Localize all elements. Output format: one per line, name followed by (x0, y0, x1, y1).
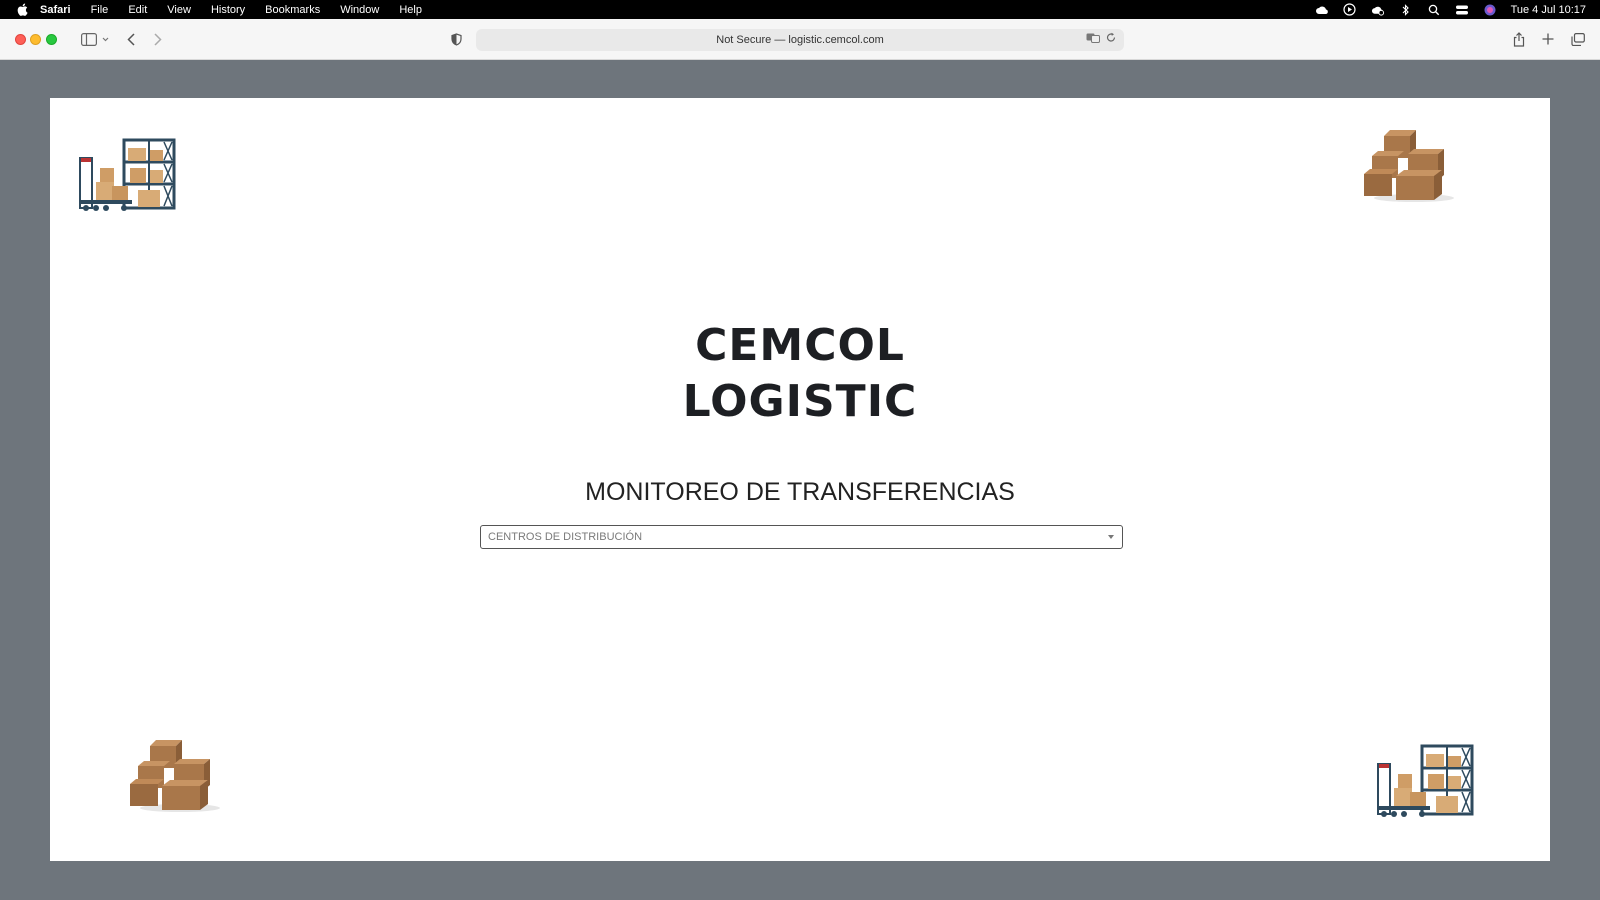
clock[interactable]: Tue 4 Jul 10:17 (1511, 4, 1586, 16)
page-title: MONITOREO DE TRANSFERENCIAS (585, 478, 1015, 506)
menu-bookmarks[interactable]: Bookmarks (265, 4, 320, 16)
box-pile-icon (130, 740, 220, 812)
distribution-center-select[interactable]: CENTROS DE DISTRIBUCIÓN (480, 525, 1123, 549)
menu-help[interactable]: Help (399, 4, 422, 16)
menu-file[interactable]: File (91, 4, 109, 16)
warehouse-shelf-icon (79, 138, 176, 211)
sidebar-toggle-icon[interactable] (76, 29, 102, 49)
menu-app-name[interactable]: Safari (40, 4, 71, 16)
brand-logo-line-1: CEMCOL (695, 320, 905, 371)
browser-toolbar: Not Secure — logistic.cemcol.com (0, 19, 1600, 60)
forward-icon[interactable] (151, 29, 165, 49)
tab-overview-icon[interactable] (1570, 29, 1586, 49)
back-icon[interactable] (124, 29, 138, 49)
menu-view[interactable]: View (167, 4, 191, 16)
main-card: CEMCOL LOGISTIC MONITOREO DE TRANSFERENC… (50, 98, 1550, 861)
select-placeholder: CENTROS DE DISTRIBUCIÓN (488, 531, 643, 543)
reload-icon[interactable] (1106, 32, 1116, 46)
page-viewport: CEMCOL LOGISTIC MONITOREO DE TRANSFERENC… (12, 60, 1588, 900)
translate-icon[interactable] (1086, 33, 1100, 46)
window-close-button[interactable] (15, 34, 26, 45)
status-area: Tue 4 Jul 10:17 (1315, 0, 1586, 19)
window-zoom-button[interactable] (46, 34, 57, 45)
address-bar[interactable]: Not Secure — logistic.cemcol.com (476, 29, 1124, 51)
box-pile-icon (1364, 130, 1454, 202)
brand-logo-line-2: LOGISTIC (682, 376, 918, 427)
menu-bar: Safari File Edit View History Bookmarks … (0, 0, 1600, 19)
siri-icon[interactable] (1483, 3, 1497, 17)
apple-icon[interactable] (14, 3, 30, 16)
chevron-down-icon[interactable] (100, 29, 110, 49)
control-center-icon[interactable] (1455, 3, 1469, 17)
cloud-sync-icon[interactable] (1371, 3, 1385, 17)
share-icon[interactable] (1512, 29, 1526, 49)
url-text: Not Secure — logistic.cemcol.com (716, 34, 884, 46)
play-icon[interactable] (1343, 3, 1357, 17)
chevron-down-icon[interactable] (1108, 535, 1114, 539)
warehouse-shelf-icon (1377, 744, 1474, 817)
menu-edit[interactable]: Edit (128, 4, 147, 16)
bluetooth-icon[interactable] (1399, 3, 1413, 17)
menu-window[interactable]: Window (340, 4, 379, 16)
spotlight-search-icon[interactable] (1427, 3, 1441, 17)
menu-history[interactable]: History (211, 4, 245, 16)
privacy-shield-icon[interactable] (449, 29, 463, 49)
window-minimize-button[interactable] (30, 34, 41, 45)
new-tab-icon[interactable] (1541, 29, 1555, 49)
creative-cloud-icon[interactable] (1315, 3, 1329, 17)
